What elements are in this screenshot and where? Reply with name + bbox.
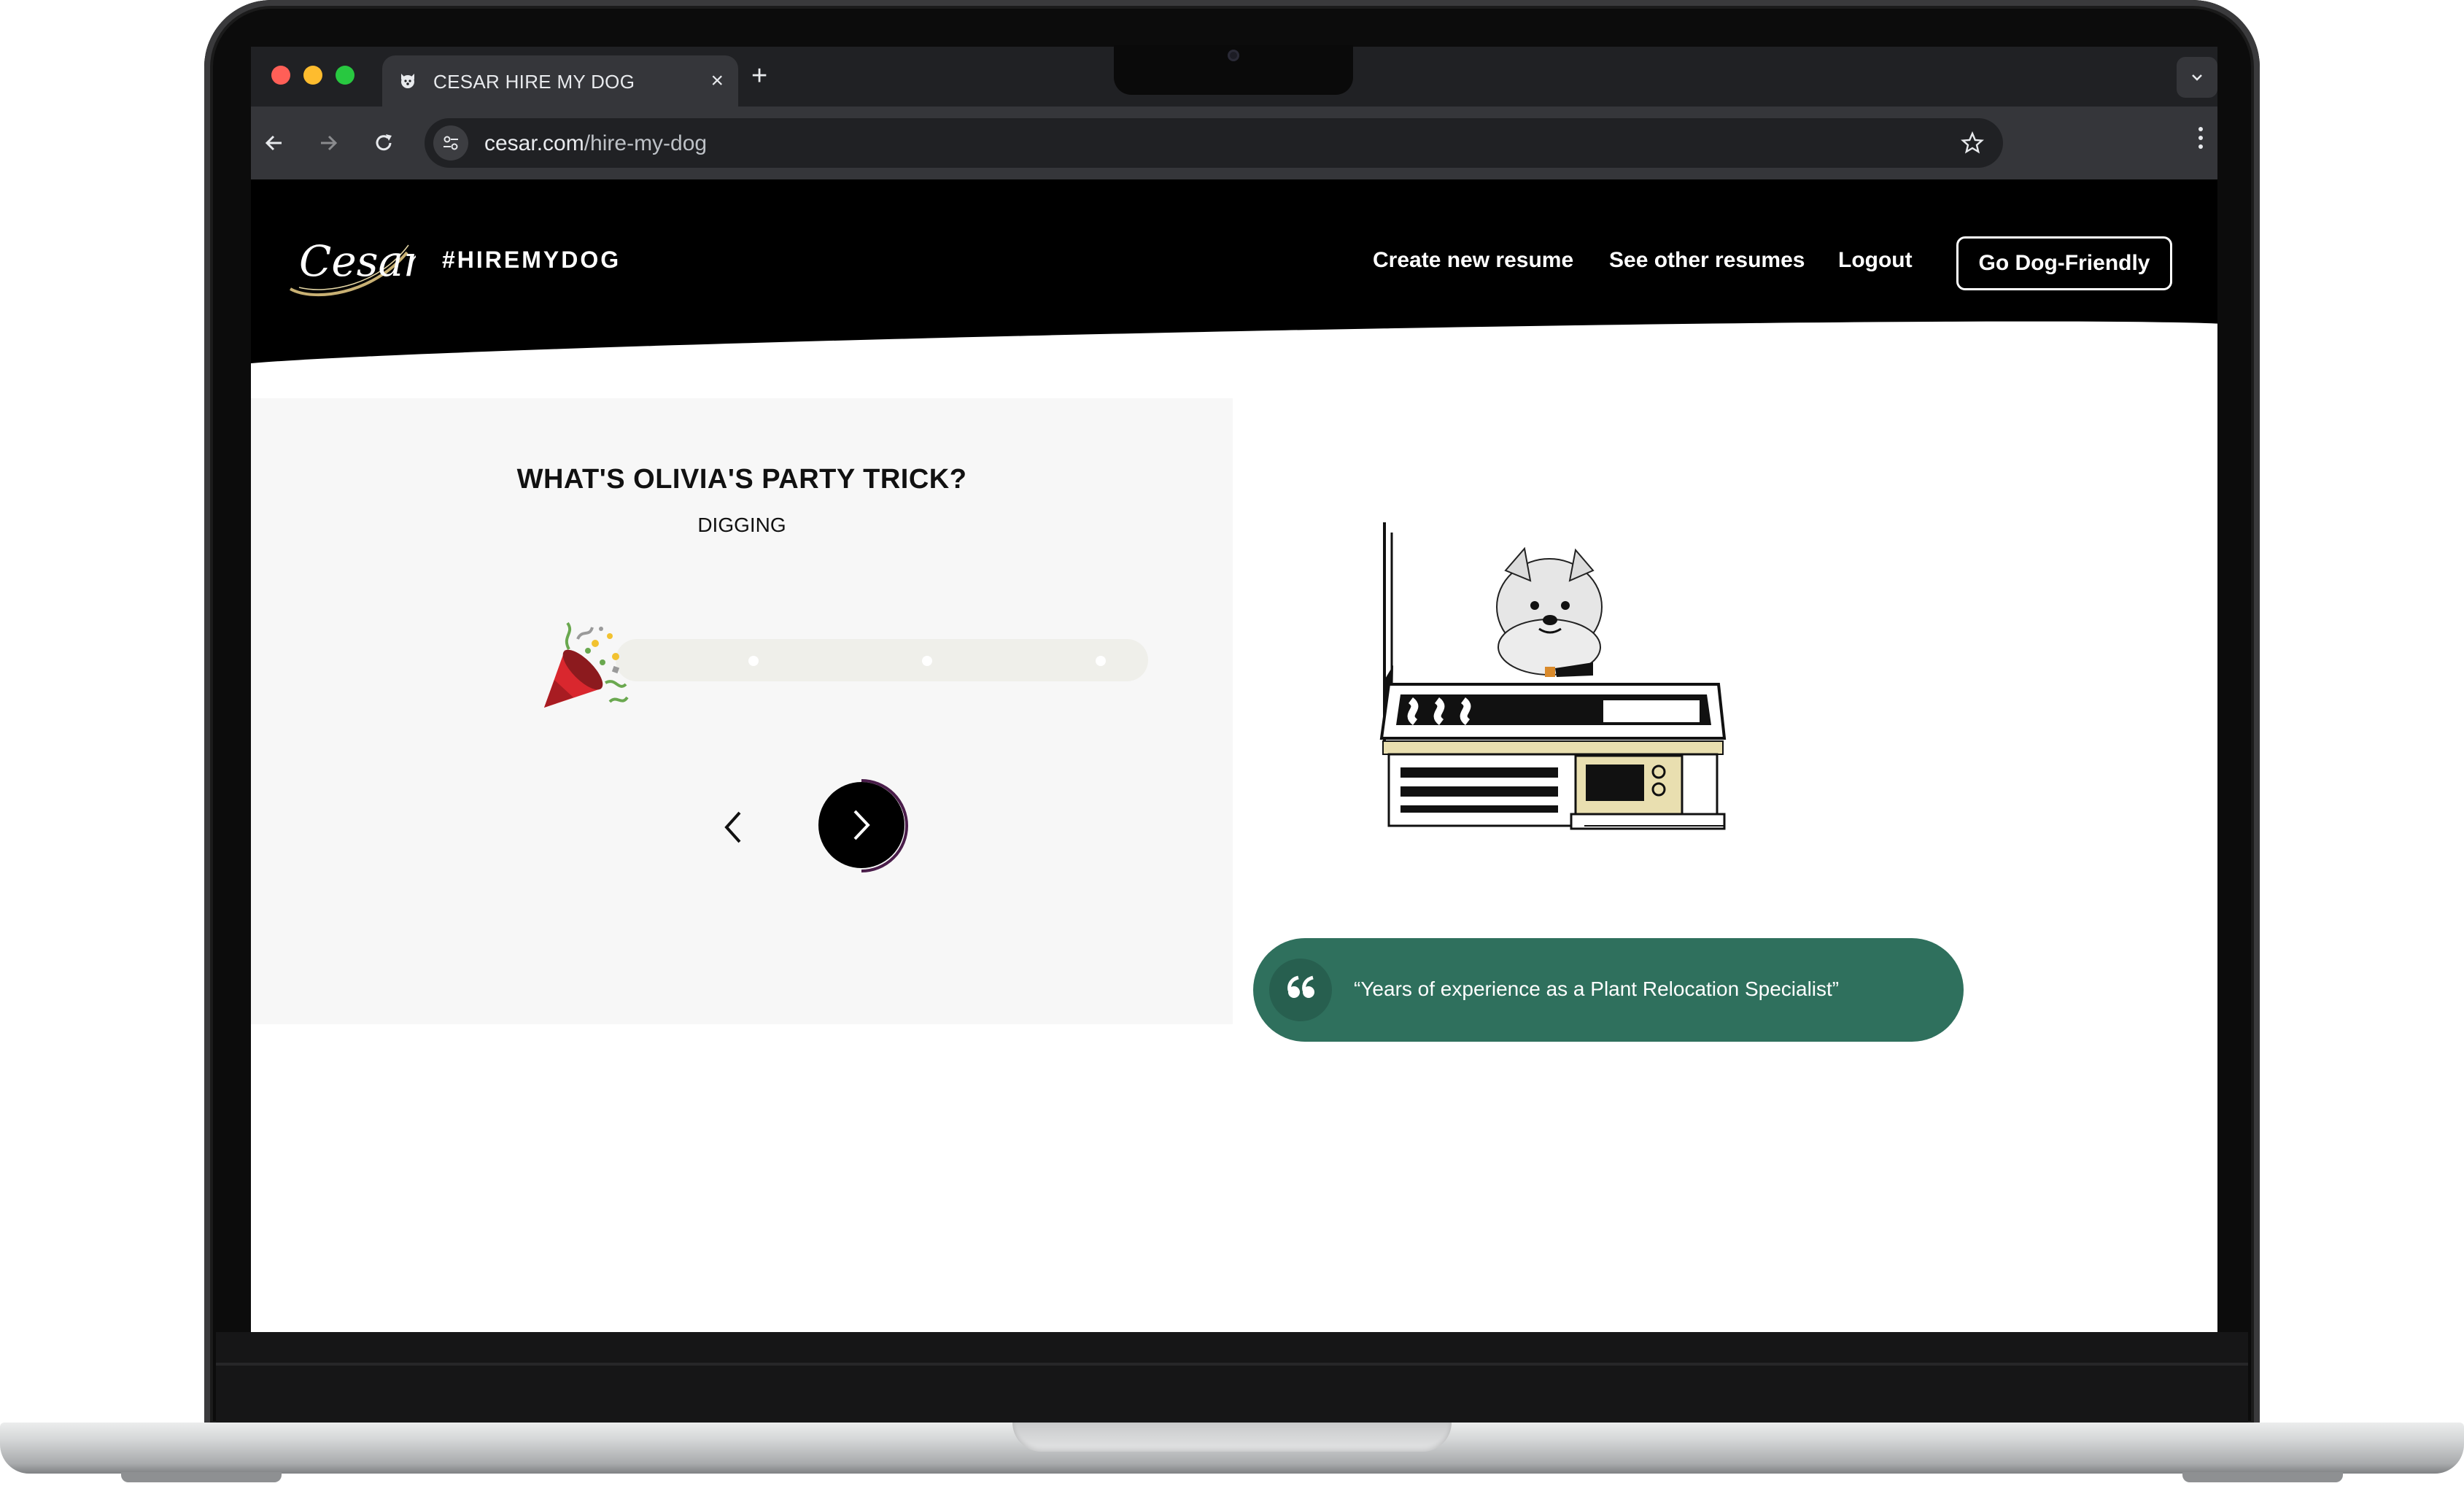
progress-track <box>616 639 1148 681</box>
laptop-chin-line <box>216 1363 2248 1366</box>
back-button[interactable] <box>257 125 292 160</box>
kebab-menu-icon[interactable] <box>2197 124 2204 162</box>
laptop-foot-right <box>2182 1472 2343 1482</box>
progress-dot <box>748 656 759 666</box>
tab-title: CESAR HIRE MY DOG <box>433 71 635 93</box>
tab-close-icon[interactable]: × <box>710 67 724 95</box>
nav-see-other-resumes[interactable]: See other resumes <box>1609 248 1805 273</box>
svg-text:Cesar: Cesar <box>299 236 416 286</box>
address-bar[interactable]: cesar.com/hire-my-dog <box>425 118 2003 168</box>
go-dog-friendly-button[interactable]: Go Dog-Friendly <box>1956 236 2172 290</box>
back-arrow-icon <box>265 135 282 151</box>
progress-dot <box>1096 656 1106 666</box>
screen: CESAR HIRE MY DOG × + cesar.com/hire-my-… <box>251 47 2217 1332</box>
forward-arrow-icon <box>321 135 338 151</box>
progress-dot <box>922 656 932 666</box>
quote-marks-icon <box>1269 959 1332 1021</box>
minimize-window-button[interactable] <box>303 66 322 85</box>
cesar-logo[interactable]: Cesar <box>284 223 426 303</box>
previous-button[interactable] <box>718 805 747 849</box>
close-window-button[interactable] <box>271 66 290 85</box>
new-tab-button[interactable]: + <box>751 60 767 92</box>
quiz-question: WHAT'S OLIVIA'S PARTY TRICK? <box>516 464 967 495</box>
dog-favicon-icon <box>397 70 419 92</box>
web-page: Cesar #HIREMYDOG Create new resume See o… <box>251 179 2217 1332</box>
reload-icon <box>376 134 392 151</box>
browser-toolbar: cesar.com/hire-my-dog <box>251 107 2217 179</box>
site-info-icon[interactable] <box>433 125 468 160</box>
party-popper-icon <box>540 622 629 713</box>
chevron-right-icon <box>853 810 870 840</box>
dog-at-desk-illustration <box>1374 519 1739 855</box>
laptop-chin <box>216 1332 2248 1424</box>
chevron-left-icon <box>724 811 741 843</box>
next-button-circle[interactable] <box>818 782 904 868</box>
chevron-down-icon <box>2192 74 2202 81</box>
zoom-window-button[interactable] <box>336 66 355 85</box>
url-domain: cesar.com <box>484 131 584 155</box>
url-path: /hire-my-dog <box>584 131 708 155</box>
laptop-base-notch <box>1012 1423 1452 1452</box>
quiz-answer: DIGGING <box>697 514 786 536</box>
nav-logout[interactable]: Logout <box>1838 248 1913 273</box>
webcam-icon <box>1228 50 1239 61</box>
forward-button[interactable] <box>311 125 346 160</box>
next-button[interactable] <box>811 775 923 887</box>
quiz-panel: WHAT'S OLIVIA'S PARTY TRICK? DIGGING <box>251 398 1233 1024</box>
quote-text: “Years of experience as a Plant Relocati… <box>1354 978 1840 1000</box>
url-text: cesar.com/hire-my-dog <box>484 131 707 156</box>
tab-search-button[interactable] <box>2177 57 2217 98</box>
quote-bubble: “Years of experience as a Plant Relocati… <box>1253 938 1964 1042</box>
laptop-foot-left <box>121 1472 282 1482</box>
browser-tab-active[interactable]: CESAR HIRE MY DOG × <box>382 55 738 107</box>
hashtag-hiremydog: #HIREMYDOG <box>442 247 621 273</box>
bookmark-star-icon[interactable] <box>1961 127 1984 163</box>
nav-create-new-resume[interactable]: Create new resume <box>1373 248 1573 273</box>
reload-button[interactable] <box>366 125 401 160</box>
